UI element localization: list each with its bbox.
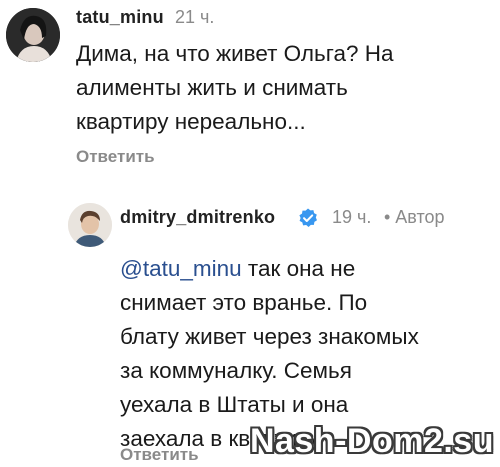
- verified-badge-icon: [299, 208, 317, 227]
- avatar-image: [68, 203, 112, 247]
- comment-username[interactable]: tatu_minu: [76, 7, 164, 28]
- reply-button[interactable]: Ответить: [76, 147, 155, 167]
- author-badge: • Автор: [384, 207, 445, 227]
- comment-timestamp: 19 ч.: [332, 207, 372, 227]
- avatar-tatu-minu[interactable]: [6, 8, 60, 62]
- comment-text: Дима, на что живет Ольга? На алименты жи…: [76, 41, 394, 134]
- comment-timestamp: 21 ч.: [175, 7, 215, 27]
- site-watermark: Nash-Dom2.su: [249, 422, 494, 460]
- avatar-image: [6, 8, 60, 62]
- reply-button[interactable]: Ответить: [120, 445, 199, 465]
- comment-username[interactable]: dmitry_dmitrenko: [120, 207, 275, 228]
- avatar-dmitry-dmitrenko[interactable]: [68, 203, 112, 247]
- mention-link[interactable]: @tatu_minu: [120, 256, 242, 281]
